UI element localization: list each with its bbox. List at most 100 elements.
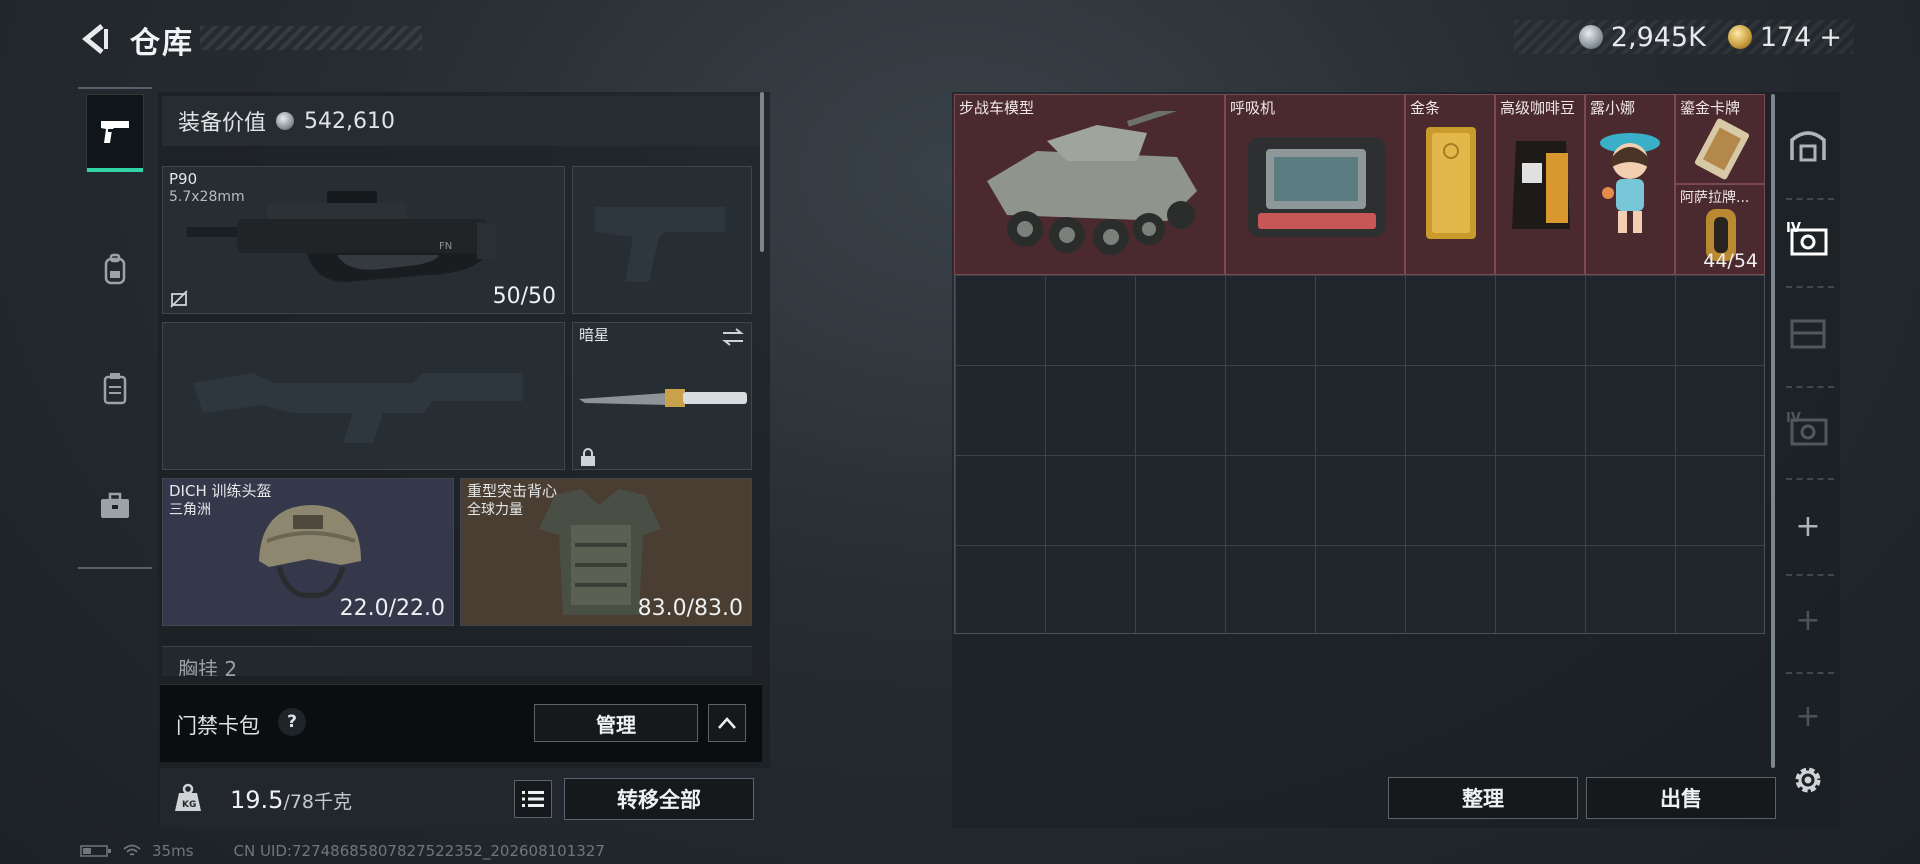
helmet-faction: 三角洲 [169,502,211,518]
manage-button[interactable]: 管理 [534,704,698,742]
weight-icon: KG [168,778,208,818]
item-name: 金条 [1410,99,1441,117]
figurine-icon [1600,133,1660,233]
warehouse-icon [1790,131,1826,162]
add-storage-button-locked: + [1782,686,1834,746]
tab-case[interactable] [86,468,144,544]
item-name: 呼吸机 [1230,99,1276,117]
ifv-model-icon [987,111,1197,255]
secondary-weapon-slot[interactable] [162,322,565,470]
coffee-beans-icon [1512,141,1570,229]
armor-faction: 全球力量 [467,502,523,518]
equipment-value-label: 装备价值 [178,111,267,136]
storage-tab-shelf[interactable] [1782,302,1834,362]
list-icon [522,791,544,807]
rail-divider-bottom [78,567,152,569]
page-title: 仓库 [130,26,194,61]
swap-icon[interactable] [721,327,745,347]
status-bar: 35ms CN UID:7274868580782752​2352_202608… [80,842,605,860]
gold-bar-icon [1426,127,1476,239]
rail-separator [1786,672,1834,674]
armor-durability: 83.0/83.0 [637,596,743,621]
settings-button[interactable] [1788,760,1828,800]
rail-divider-top [78,87,152,89]
help-icon[interactable]: ? [278,708,306,736]
chest-rig-slot[interactable]: 胸挂 2 [162,646,752,676]
storage-item[interactable]: 露小娜 [1585,94,1675,275]
gilded-card-icon [1694,118,1750,180]
transfer-all-button[interactable]: 转移全部 [564,778,754,820]
item-quantity: 44/54 [1703,250,1758,272]
rifle-silhouette-icon [193,373,523,443]
melee-name: 暗星 [579,326,610,344]
sell-button[interactable]: 出售 [1586,777,1776,819]
storage-item[interactable]: 高级咖啡豆 [1495,94,1585,275]
storage-item[interactable]: 金条 [1405,94,1495,275]
weapon-ammo-count: 50/50 [492,284,556,309]
gold-coin-icon [1727,25,1752,49]
armor-slot[interactable]: 重型突击背心 全球力量 83.0/83.0 [460,478,752,626]
no-attachment-icon [170,290,188,308]
svg-text:FN: FN [439,241,452,252]
pistol-slot[interactable] [572,166,752,314]
rail-separator [1786,478,1834,480]
sort-button[interactable]: 整理 [1388,777,1578,819]
weight-readout: 19.5/78千克 [230,786,352,814]
gold-currency[interactable]: 174 + [1727,21,1842,53]
weight-max: /78千克 [283,791,353,813]
tab-weapons[interactable] [86,94,144,172]
primary-weapon-slot[interactable]: P90 5.7x28mm FN 50/50 [162,166,565,314]
storage-tab-4-alt[interactable]: IV [1782,398,1834,458]
tab-vest[interactable] [86,350,144,426]
backpack-icon [104,253,126,285]
storage-item[interactable]: 步战车模型 [954,94,1225,275]
helmet-icon [259,505,361,598]
storage-item[interactable]: 鎏金卡牌 [1675,94,1765,184]
tab-backpack[interactable] [86,232,144,308]
plus-icon: + [1795,508,1821,544]
silver-coin-icon [1578,25,1603,49]
silver-currency: 2,945K [1578,21,1706,53]
add-gold-button[interactable]: + [1819,22,1842,53]
equipment-value: 542,610 [304,108,395,134]
helmet-durability: 22.0/22.0 [339,596,445,621]
list-view-button[interactable] [514,780,552,818]
shelf-icon [1790,319,1826,349]
back-button[interactable] [78,20,112,58]
equipment-value-bar: 装备价值 542,610 [162,96,762,146]
silver-coin-icon [276,112,295,130]
silver-amount: 2,945K [1610,21,1706,53]
weapon-name: P90 [169,170,198,188]
melee-slot[interactable]: 暗星 [572,322,752,470]
wifi-icon [123,844,141,856]
kg-weight-icon: KG [175,783,201,811]
ventilator-icon [1248,137,1386,237]
safe-box-icon: IV [1786,221,1828,256]
p90-weapon-icon: FN [187,191,497,282]
plus-icon: + [1795,602,1821,638]
rail-separator [1786,198,1834,200]
chest-rig-icon [103,373,127,405]
storage-tab-main[interactable] [1782,114,1834,174]
chest-rig-label: 胸挂 2 [178,657,238,676]
storage-scrollbar[interactable] [1771,94,1775,768]
equipment-scrollbar[interactable] [760,92,764,252]
plus-icon: + [1795,698,1821,734]
add-storage-button[interactable]: + [1782,496,1834,556]
title-decoration [200,26,422,50]
helmet-slot[interactable]: DICH 训练头盔 三角洲 22.0/22.0 [162,478,454,626]
gold-amount: 174 [1759,21,1812,53]
add-storage-button-locked: + [1782,590,1834,650]
storage-item[interactable]: 阿萨拉牌... 44/54 [1675,184,1765,275]
collapse-button[interactable] [708,704,746,742]
battery-icon [80,845,111,857]
rail-separator [1786,286,1834,288]
rail-separator [1786,574,1834,576]
pistol-silhouette-icon [595,207,725,282]
item-name: 阿萨拉牌... [1680,190,1750,206]
storage-tab-4[interactable]: IV [1782,208,1834,268]
keycard-label: 门禁卡包 [176,714,260,738]
currency-display: 2,945K 174 + [1514,20,1854,54]
storage-item[interactable]: 呼吸机 [1225,94,1405,275]
item-name: 高级咖啡豆 [1500,99,1576,117]
